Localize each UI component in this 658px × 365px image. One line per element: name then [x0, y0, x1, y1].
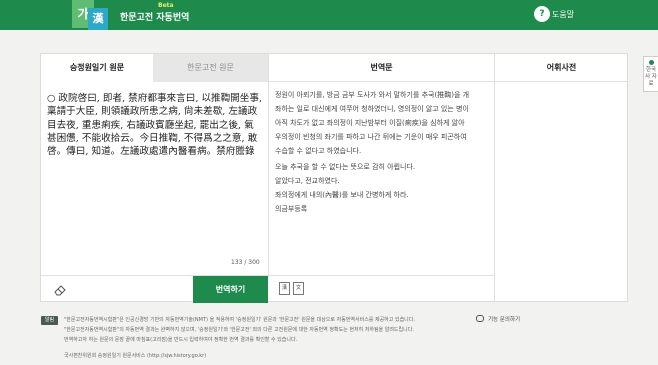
tab-classic-source[interactable]: 한문고전 원문 [153, 54, 268, 82]
app-logo[interactable]: 가 漢 [72, 0, 110, 32]
chat-icon [476, 315, 484, 322]
translation-line: 아직 차도가 없고 좌의정이 지난밤부터 이질(痢疾)을 심하게 앓아 [275, 119, 465, 127]
side-tab-icon [648, 60, 654, 65]
notice-link[interactable]: 국사편찬위원회 승정원일기 원문서비스 (http://sjw.history.… [64, 352, 206, 359]
translation-line: 좌의정에게 내의(內醫)를 보내 간병하게 하라. [275, 191, 409, 199]
notice-line: 번역하고자 하는 원문의 문장 끝에 마침표(고리점)을 반드시 입력하여야 정… [64, 337, 298, 343]
side-tab-korean-history[interactable]: 한국사 자료 [643, 56, 658, 92]
action-bar: 번역하기 漢 文 [41, 275, 494, 303]
hanja-toggle-button[interactable]: 漢 [279, 282, 290, 295]
notice-line: "한문고전자동번역시험판"은 인공신경망 기반의 자동번역기술(NMT) 을 적… [64, 317, 415, 323]
side-tab-label: 한국사 자료 [645, 67, 657, 87]
translation-line: 우의정이 빈청의 좌기를 파하고 나간 뒤에는 기운이 매우 피곤하여 [275, 133, 467, 141]
translation-line: 의금부등록 [275, 205, 308, 213]
help-label: 도움말 [552, 10, 575, 19]
help-icon: ? [534, 6, 550, 22]
top-header: 가 漢 Beta 한문고전 자동번역 ? 도움말 [0, 0, 658, 30]
translator-panel: 승정원일기 원문 한문고전 원문 번역문 어휘사전 ○ 政院啓曰, 即者, 禁府… [40, 53, 628, 303]
text-toggle-button[interactable]: 文 [293, 282, 304, 295]
translate-button[interactable]: 번역하기 [193, 276, 268, 303]
translation-line: 좌하는 일로 대신에게 여쭈어 청하였더니, 영의정이 앓고 있는 병이 [275, 105, 469, 113]
app-title: 한문고전 자동번역 [120, 13, 190, 23]
translation-line: 알았다고, 전교하였다. [275, 177, 340, 185]
source-text-input[interactable]: ○ 政院啓曰, 即者, 禁府都事來言曰, 以推鞫開坐事, 稟請于大臣, 則領議政… [47, 92, 263, 158]
notice-badge: 알림 [41, 316, 58, 325]
feedback-label: 기능 문의하기 [488, 317, 521, 323]
translation-line: 오늘 추국을 할 수 없다는 뜻으로 감히 아룁니다. [275, 163, 416, 171]
character-counter: 133 / 300 [231, 259, 260, 266]
logo-tile-hanja: 漢 [88, 8, 108, 30]
translation-output: 정원이 아뢰기를, 방금 금부 도사가 와서 말하기를 추국(推鞫)을 개 좌하… [268, 82, 494, 275]
translation-line: 수습할 수 없다고 하였습니다. [275, 147, 362, 155]
beta-badge: Beta [158, 2, 174, 9]
notice-line: "한문고전자동번역시험판"의 자동번역 결과는 완벽하지 않으며, '승정원일기… [64, 327, 414, 333]
translation-line: 정원이 아뢰기를, 방금 금부 도사가 와서 말하기를 추국(推鞫)을 개 [275, 91, 470, 99]
translation-header: 번역문 [268, 54, 494, 82]
eraser-icon[interactable] [53, 282, 67, 296]
tab-seungjeongwon-source[interactable]: 승정원일기 원문 [41, 54, 153, 82]
dictionary-header: 어휘사전 [494, 54, 628, 82]
dictionary-area [494, 82, 628, 301]
